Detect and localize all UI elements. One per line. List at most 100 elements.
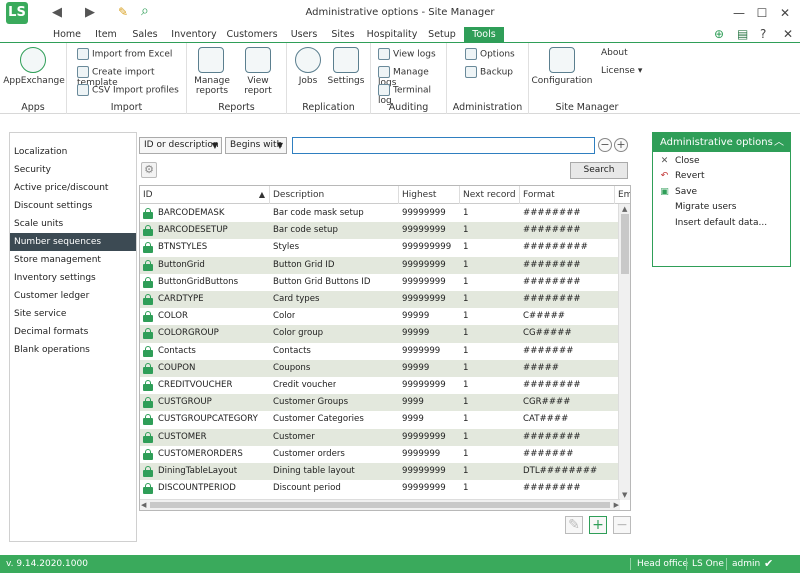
- cell-highest: 99999999: [402, 483, 446, 494]
- table-row[interactable]: ButtonGrid Button Grid ID 99999999 1 #######…: [140, 256, 618, 274]
- scroll-up-icon[interactable]: ▲: [622, 205, 627, 213]
- save-action[interactable]: ▣ Save: [659, 185, 697, 200]
- manage-reports-button[interactable]: Manage reports: [189, 76, 235, 96]
- delete-button[interactable]: −: [613, 516, 631, 534]
- nav-item-site-service[interactable]: Site service: [10, 305, 136, 323]
- table-row[interactable]: CUSTOMER Customer 99999999 1 ########: [140, 428, 618, 446]
- migrate-users-action[interactable]: Migrate users: [659, 200, 736, 215]
- scroll-down-icon[interactable]: ▼: [622, 491, 627, 499]
- csv-profiles-button[interactable]: CSV Import profiles: [77, 84, 179, 96]
- nav-item-scale-units[interactable]: Scale units: [10, 215, 136, 233]
- admin-panel-header[interactable]: Administrative options ︿: [653, 133, 790, 152]
- nav-item-blank-operations[interactable]: Blank operations: [10, 341, 136, 359]
- table-row[interactable]: CUSTGROUP Customer Groups 9999 1 CGR####: [140, 394, 618, 412]
- jobs-button[interactable]: Jobs: [289, 76, 327, 86]
- filter-mode-select[interactable]: Begins with ▼: [225, 137, 287, 154]
- tab-inventory[interactable]: Inventory: [170, 27, 218, 42]
- table-row[interactable]: CARDTYPE Card types 99999999 1 ########: [140, 291, 618, 309]
- add-filter-button[interactable]: +: [614, 138, 628, 152]
- close-action[interactable]: ✕ Close: [659, 154, 700, 169]
- cell-description: Button Grid Buttons ID: [273, 276, 371, 287]
- scroll-right-icon[interactable]: ▶: [614, 501, 619, 509]
- nav-item-discount-settings[interactable]: Discount settings: [10, 197, 136, 215]
- nav-item-decimal-formats[interactable]: Decimal formats: [10, 323, 136, 341]
- template-icon: [77, 66, 89, 78]
- column-header-emb[interactable]: Emb: [615, 186, 630, 204]
- add-circle-icon[interactable]: ⊕: [714, 27, 724, 41]
- close-window-button[interactable]: ✕: [773, 3, 797, 23]
- nav-item-customer-ledger[interactable]: Customer ledger: [10, 287, 136, 305]
- cell-highest: 99999999: [402, 380, 446, 390]
- window-title: Administrative options - Site Manager: [305, 7, 495, 18]
- clipboard-icon[interactable]: ▤: [737, 27, 748, 41]
- search-button[interactable]: Search: [570, 162, 628, 179]
- configuration-button[interactable]: Configuration: [531, 76, 593, 86]
- horizontal-scrollbar[interactable]: ◀ ▶: [140, 499, 620, 510]
- table-row[interactable]: COUPON Coupons 99999 1 #####: [140, 359, 618, 377]
- cell-next-record: 1: [463, 448, 469, 459]
- add-button[interactable]: +: [589, 516, 607, 534]
- column-header-next-record[interactable]: Next record: [460, 186, 520, 204]
- table-row[interactable]: DiningTableLayout Dining table layout 9999…: [140, 463, 618, 481]
- help-icon[interactable]: ?: [760, 27, 766, 41]
- replication-settings-button[interactable]: Settings: [325, 76, 367, 86]
- filter-field-select[interactable]: ID or description ▼: [139, 137, 222, 154]
- search-input[interactable]: [292, 137, 595, 154]
- table-row[interactable]: COLORGROUP Color group 99999 1 CG#####: [140, 325, 618, 343]
- table-row[interactable]: BARCODEMASK Bar code mask setup 99999999 1 #…: [140, 205, 618, 222]
- column-header-id[interactable]: ID ▲: [140, 186, 270, 204]
- table-row[interactable]: CREDITVOUCHER Credit voucher 99999999 1 ####…: [140, 377, 618, 394]
- lock-icon: [143, 294, 153, 305]
- close-panel-icon[interactable]: ✕: [783, 27, 793, 41]
- insert-default-data-action[interactable]: Insert default data...: [659, 216, 767, 231]
- tab-tools[interactable]: Tools: [464, 27, 504, 42]
- column-header-description[interactable]: Description: [270, 186, 399, 204]
- maximize-button[interactable]: ☐: [750, 3, 774, 23]
- revert-action[interactable]: ↶ Revert: [659, 169, 705, 184]
- about-button[interactable]: About: [601, 48, 628, 58]
- tab-sites[interactable]: Sites: [327, 27, 359, 42]
- import-excel-button[interactable]: Import from Excel: [77, 48, 172, 60]
- nav-item-inventory-settings[interactable]: Inventory settings: [10, 269, 136, 287]
- tab-setup[interactable]: Setup: [424, 27, 460, 42]
- nav-item-security[interactable]: Security: [10, 161, 136, 179]
- column-header-format[interactable]: Format: [520, 186, 615, 204]
- table-row[interactable]: CUSTOMERORDERS Customer orders 9999999 1 ###…: [140, 446, 618, 463]
- view-logs-button[interactable]: View logs: [378, 48, 436, 60]
- options-button[interactable]: Options: [465, 48, 515, 60]
- table-row[interactable]: DISCOUNTPERIOD Discount period 99999999 1 ##…: [140, 480, 618, 497]
- nav-item-active-price[interactable]: Active price/discount: [10, 179, 136, 197]
- appexchange-button[interactable]: AppExchange: [2, 76, 66, 86]
- vertical-scrollbar[interactable]: ▲ ▼: [618, 204, 630, 500]
- minimize-button[interactable]: —: [727, 3, 751, 23]
- tab-home[interactable]: Home: [50, 27, 84, 42]
- save-icon: ▣: [660, 187, 669, 197]
- nav-item-localization[interactable]: Localization: [10, 143, 136, 161]
- column-header-highest[interactable]: Highest: [399, 186, 460, 204]
- tab-sales[interactable]: Sales: [128, 27, 162, 42]
- tab-hospitality[interactable]: Hospitality: [366, 27, 418, 42]
- nav-item-store-management[interactable]: Store management: [10, 251, 136, 269]
- group-replication: Jobs Settings Replication: [287, 43, 371, 115]
- tab-users[interactable]: Users: [288, 27, 320, 42]
- vertical-scroll-thumb[interactable]: [621, 214, 629, 274]
- settings-gear-icon[interactable]: ⚙: [141, 162, 157, 178]
- tab-item[interactable]: Item: [90, 27, 122, 42]
- nav-item-number-sequences[interactable]: Number sequences: [10, 233, 136, 251]
- remove-filter-button[interactable]: −: [598, 138, 612, 152]
- table-row[interactable]: ButtonGridButtons Button Grid Buttons ID 9…: [140, 274, 618, 291]
- table-row[interactable]: BTNSTYLES Styles 999999999 1 #########: [140, 239, 618, 256]
- table-row[interactable]: COLOR Color 99999 1 C#####: [140, 308, 618, 325]
- view-report-button[interactable]: View report: [233, 76, 283, 96]
- edit-button[interactable]: ✎: [565, 516, 583, 534]
- table-row[interactable]: BARCODESETUP Bar code setup 99999999 1 #####…: [140, 222, 618, 240]
- table-row[interactable]: Contacts Contacts 9999999 1 #######: [140, 343, 618, 360]
- table-row[interactable]: CUSTGROUPCATEGORY Customer Categories 9999…: [140, 411, 618, 428]
- license-button[interactable]: License ▾: [601, 66, 642, 76]
- horizontal-scroll-thumb[interactable]: [150, 502, 610, 508]
- chevron-up-icon[interactable]: ︿: [774, 133, 784, 152]
- scroll-left-icon[interactable]: ◀: [141, 501, 146, 509]
- backup-button[interactable]: Backup: [465, 66, 513, 78]
- tab-customers[interactable]: Customers: [226, 27, 278, 42]
- cell-description: Customer Categories: [273, 414, 364, 425]
